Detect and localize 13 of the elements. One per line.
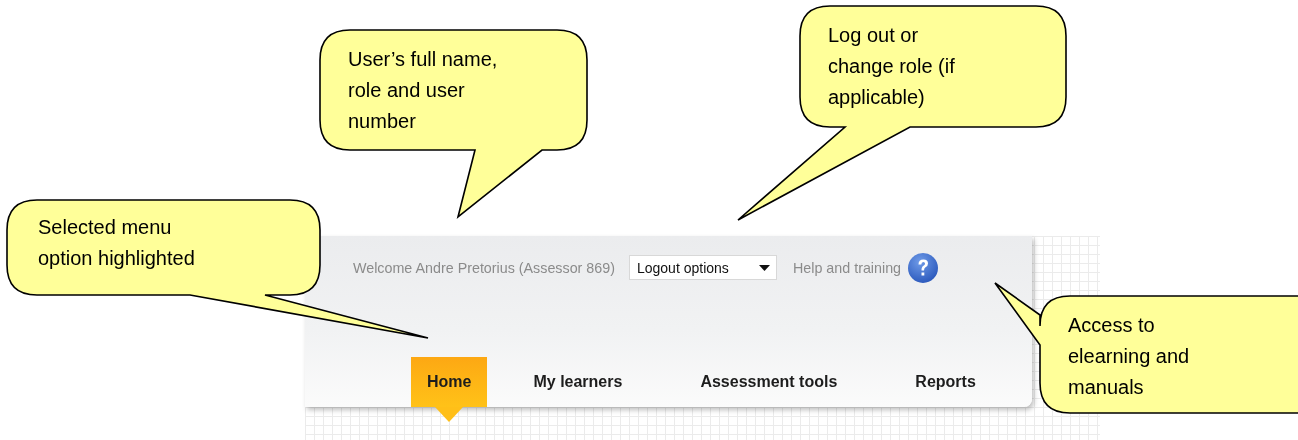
logout-dropdown[interactable]: Logout options — [628, 255, 777, 280]
selected-pointer-icon — [435, 407, 464, 422]
help-icon[interactable] — [907, 251, 940, 284]
menu-tab[interactable]: Reports — [899, 357, 992, 407]
callout-text: Log out or change role (if applicable) — [828, 23, 955, 110]
callout-text: User’s full name, role and user number — [348, 47, 498, 134]
callout-text: Access to elearning and manuals — [1068, 313, 1190, 400]
menu-tab[interactable]: My learners — [517, 357, 639, 407]
menu-tab[interactable]: Assessment tools — [684, 357, 854, 407]
caret-icon — [758, 264, 770, 271]
menu-tab[interactable]: Home — [411, 357, 488, 407]
welcome-text: Welcome Andre Pretorius (Assessor 869) — [353, 259, 615, 276]
callout-text: Selected menu option highlighted — [38, 215, 195, 271]
